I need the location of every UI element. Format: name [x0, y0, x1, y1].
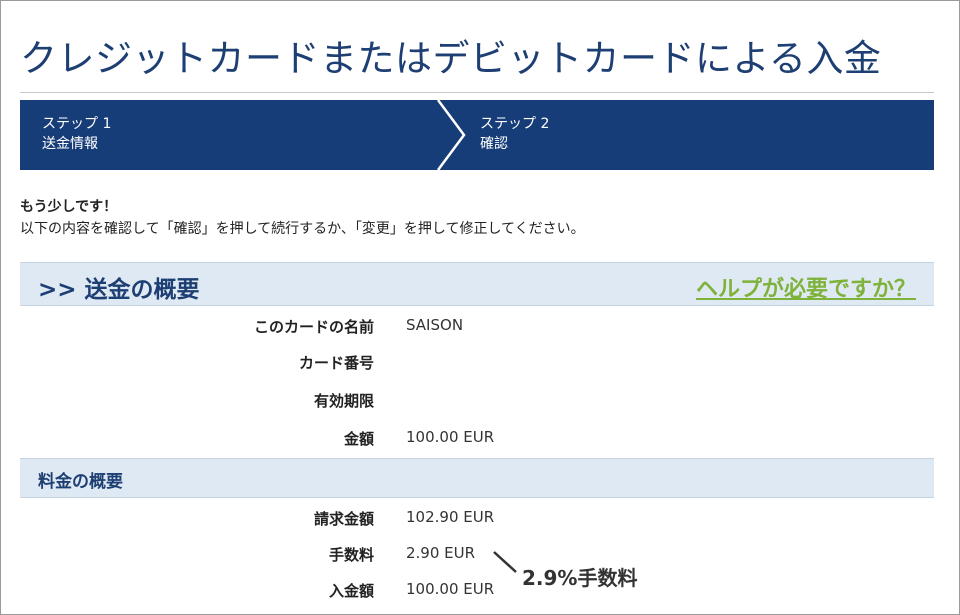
step-chevron-icon — [436, 100, 466, 170]
fee-summary-title: 料金の概要 — [38, 472, 123, 492]
row-label: 有効期限 — [313, 392, 374, 410]
row-value: SAISON — [406, 316, 464, 334]
row-value: 100.00 EUR — [406, 580, 495, 598]
row-value: 2.90 EUR — [406, 544, 476, 562]
summary-row-amount: 金額 100.00 EUR — [20, 424, 934, 454]
title-divider — [20, 92, 934, 93]
transfer-summary-title: >> 送金の概要 — [38, 277, 200, 303]
row-label: このカードの名前 — [253, 318, 374, 336]
step-progress-bar: ステップ 1 送金情報 ステップ 2 確認 — [20, 100, 934, 170]
page-title: クレジットカードまたはデビットカードによる入金 — [20, 37, 882, 80]
fee-summary-header: 料金の概要 — [20, 458, 934, 498]
help-link[interactable]: ヘルプが必要ですか？ — [696, 271, 916, 303]
row-label: 入金額 — [328, 582, 374, 600]
intro-message: もう少しです！ 以下の内容を確認して「確認」を押して続行するか、「変更」を押して… — [20, 196, 585, 240]
fee-annotation: 2.9%手数料 — [522, 566, 638, 590]
step-1-name: 送金情報 — [42, 136, 98, 152]
summary-row-card-number: カード番号 — [20, 348, 934, 378]
annotation-pointer-line — [493, 551, 517, 573]
intro-text: 以下の内容を確認して「確認」を押して続行するか、「変更」を押して修正してください… — [20, 221, 585, 237]
step-1-number: ステップ 1 — [42, 116, 112, 132]
step-2-number: ステップ 2 — [480, 116, 550, 132]
fee-row-fee: 手数料 2.90 EUR — [20, 540, 934, 570]
row-value: 102.90 EUR — [406, 508, 495, 526]
row-label: 請求金額 — [313, 510, 374, 528]
step-1: ステップ 1 送金情報 — [42, 114, 111, 154]
transfer-summary-header: >> 送金の概要 ヘルプが必要ですか？ — [20, 262, 934, 306]
fee-row-deposit-amount: 入金額 100.00 EUR — [20, 576, 934, 606]
summary-row-expiry: 有効期限 — [20, 386, 934, 416]
row-value: 100.00 EUR — [406, 428, 495, 446]
row-label: 金額 — [343, 430, 374, 448]
row-label: カード番号 — [298, 354, 374, 372]
intro-heading: もう少しです！ — [20, 199, 118, 215]
step-2-name: 確認 — [480, 136, 508, 152]
step-2: ステップ 2 確認 — [480, 114, 549, 154]
fee-row-billed-amount: 請求金額 102.90 EUR — [20, 504, 934, 534]
summary-row-card-name: このカードの名前 SAISON — [20, 312, 934, 342]
row-label: 手数料 — [328, 546, 374, 564]
